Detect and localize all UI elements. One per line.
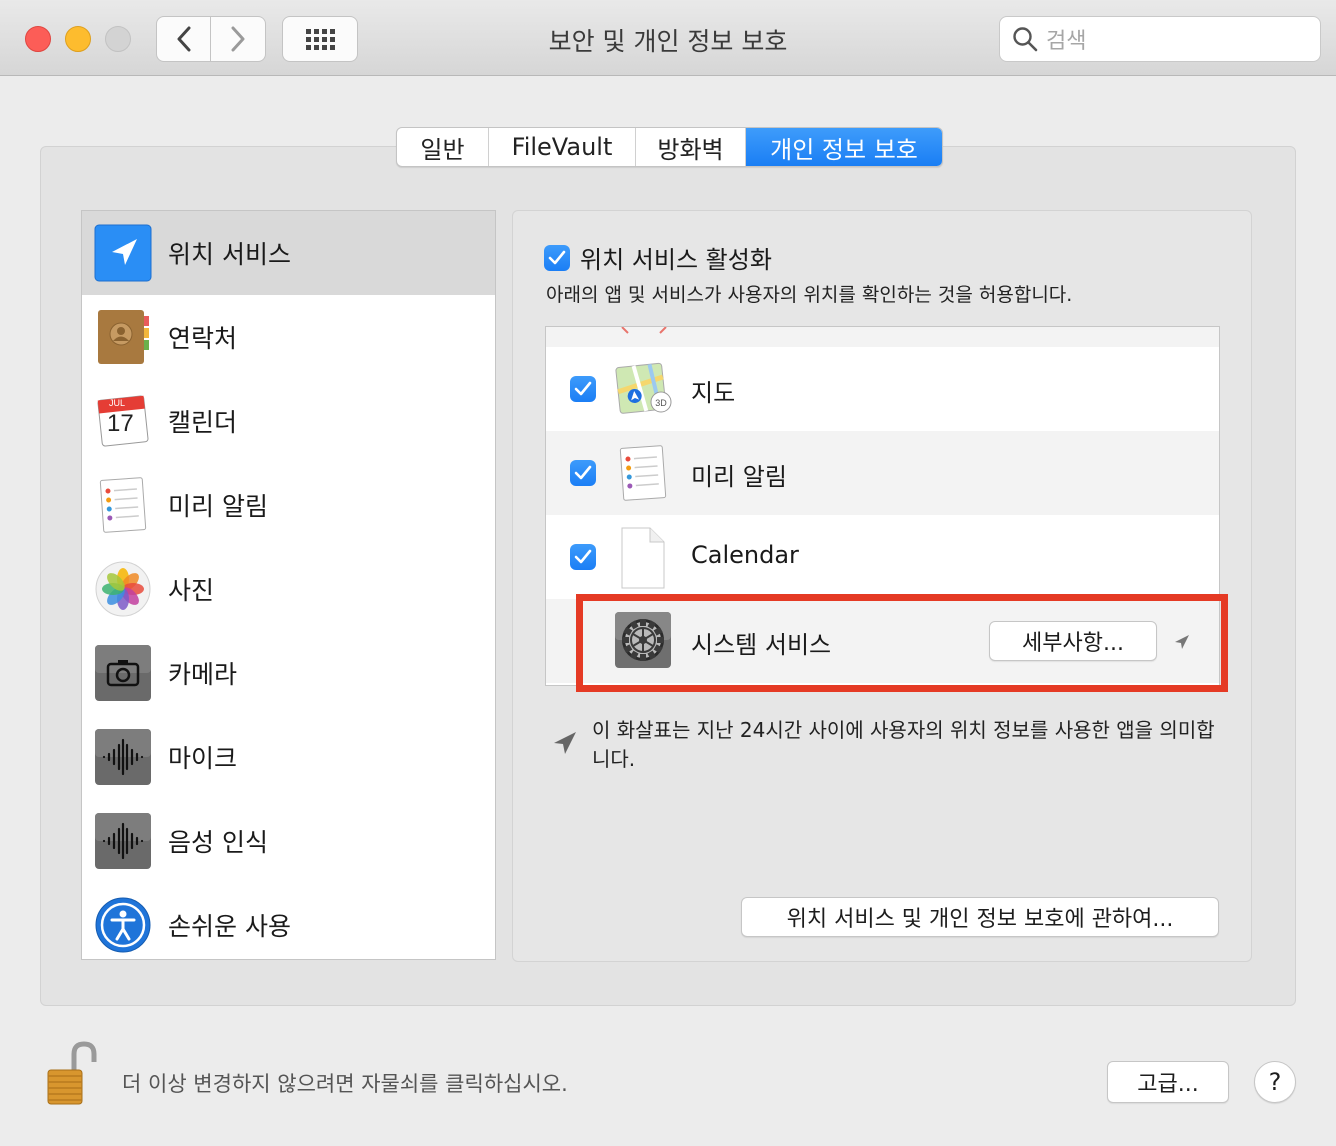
search-placeholder: 검색	[1046, 29, 1087, 54]
sidebar-item-reminders[interactable]: 미리 알림	[82, 463, 495, 547]
unlocked-padlock-icon	[47, 1041, 97, 1105]
sidebar-item-label: 연락처	[168, 324, 238, 353]
checkmark-icon	[574, 381, 592, 396]
maps-checkbox[interactable]	[570, 376, 596, 402]
sidebar-item-label: 손쉬운 사용	[168, 912, 291, 941]
app-label: 미리 알림	[691, 463, 787, 491]
location-arrow-icon	[554, 732, 576, 754]
help-button[interactable]: ?	[1254, 1061, 1296, 1103]
calendar-icon-month: JUL	[109, 398, 126, 408]
tab-filevault[interactable]: FileVault	[489, 128, 636, 166]
reminders-icon	[94, 476, 152, 534]
photos-icon	[94, 560, 152, 618]
list-item-partial	[546, 327, 1219, 347]
privacy-category-list: 위치 서비스 연락처 JUL 17 캘린더 미리 알림 사진 카메라 마이크 음…	[81, 210, 496, 960]
advanced-button[interactable]: 고급...	[1107, 1061, 1229, 1103]
list-item-maps[interactable]: 3D 지도	[546, 347, 1219, 431]
search-field[interactable]: 검색	[999, 16, 1321, 62]
sidebar-item-speech-recognition[interactable]: 음성 인식	[82, 799, 495, 883]
sidebar-item-label: 카메라	[168, 660, 238, 689]
calendar-icon: JUL 17	[94, 392, 152, 450]
about-location-privacy-button[interactable]: 위치 서비스 및 개인 정보 보호에 관하여...	[741, 897, 1219, 937]
contacts-icon	[94, 308, 152, 366]
reminders-icon	[614, 443, 672, 503]
sidebar-item-calendar[interactable]: JUL 17 캘린더	[82, 379, 495, 463]
checkmark-icon	[548, 250, 566, 264]
checkmark-icon	[574, 549, 592, 564]
sidebar-item-label: 음성 인식	[168, 828, 268, 857]
app-label: Calendar	[691, 541, 799, 569]
sidebar-item-contacts[interactable]: 연락처	[82, 295, 495, 379]
location-icon	[94, 224, 152, 282]
speech-recognition-icon	[94, 812, 152, 870]
search-icon	[1013, 27, 1038, 52]
sidebar-item-microphone[interactable]: 마이크	[82, 715, 495, 799]
location-description: 아래의 앱 및 서비스가 사용자의 위치를 확인하는 것을 허용합니다.	[546, 284, 1073, 306]
calendar-checkbox[interactable]	[570, 544, 596, 570]
arrow-explanation-text: 이 화살표는 지난 24시간 사이에 사용자의 위치 정보를 사용한 앱을 의미…	[592, 718, 1215, 771]
enable-location-services-row[interactable]: 위치 서비스 활성화	[544, 240, 772, 275]
camera-icon	[94, 644, 152, 702]
sidebar-item-label: 사진	[168, 576, 215, 605]
title-bar: 보안 및 개인 정보 보호 검색	[0, 0, 1336, 76]
app-label: 지도	[691, 379, 736, 407]
sidebar-item-label: 마이크	[168, 744, 238, 773]
sidebar-item-label: 캘린더	[168, 408, 238, 437]
sidebar-item-photos[interactable]: 사진	[82, 547, 495, 631]
sidebar-item-label: 위치 서비스	[168, 240, 291, 269]
annotation-highlight-box	[576, 594, 1228, 692]
checkmark-icon	[574, 465, 592, 480]
microphone-icon	[94, 728, 152, 786]
sidebar-item-accessibility[interactable]: 손쉬운 사용	[82, 883, 495, 959]
enable-location-services-checkbox[interactable]	[544, 244, 570, 271]
tab-general[interactable]: 일반	[397, 128, 489, 166]
enable-location-services-label: 위치 서비스 활성화	[580, 246, 772, 274]
maps-icon: 3D	[614, 359, 672, 419]
list-item-reminders[interactable]: 미리 알림	[546, 431, 1219, 515]
reminders-checkbox[interactable]	[570, 460, 596, 486]
tab-bar: 일반 FileVault 방화벽 개인 정보 보호	[396, 127, 943, 167]
tab-privacy[interactable]: 개인 정보 보호	[746, 128, 942, 166]
list-item-calendar[interactable]: Calendar	[546, 515, 1219, 599]
lock-instruction-text: 더 이상 변경하지 않으려면 자물쇠를 클릭하십시오.	[122, 1072, 568, 1096]
accessibility-icon	[94, 896, 152, 954]
lock-button[interactable]	[46, 1040, 98, 1108]
sidebar-item-location-services[interactable]: 위치 서비스	[82, 211, 495, 295]
calendar-icon-day: 17	[107, 410, 134, 437]
document-icon	[614, 527, 672, 589]
sidebar-item-camera[interactable]: 카메라	[82, 631, 495, 715]
sidebar-item-label: 미리 알림	[168, 492, 268, 521]
partial-app-icon	[621, 327, 667, 334]
svg-text:3D: 3D	[655, 398, 667, 408]
tab-firewall[interactable]: 방화벽	[636, 128, 746, 166]
